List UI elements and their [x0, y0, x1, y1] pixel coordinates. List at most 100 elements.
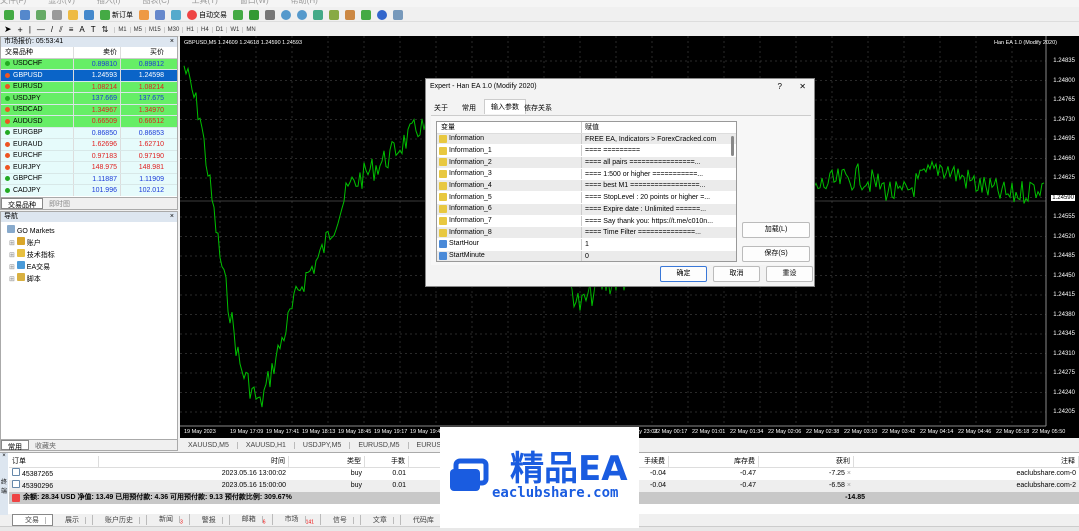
- tree-item[interactable]: ⊞ 脚本: [7, 273, 171, 285]
- terminal-tab[interactable]: 信号: [321, 514, 361, 525]
- column-header[interactable]: 注释: [854, 456, 1079, 467]
- menu-item[interactable]: 帮助(H): [291, 0, 318, 5]
- parameter-value[interactable]: 0: [582, 251, 736, 261]
- terminal-tab[interactable]: 展示: [53, 514, 93, 525]
- chart-shift-icon[interactable]: [329, 9, 339, 20]
- market-watch-row[interactable]: EURUSD 1.08214 1.08214: [1, 81, 177, 93]
- market-watch-row[interactable]: AUDUSD 0.66509 0.66512: [1, 116, 177, 128]
- menu-item[interactable]: 工具(T): [192, 0, 218, 5]
- bar-chart-icon[interactable]: [233, 9, 243, 20]
- timeframe-h1[interactable]: H1: [182, 26, 197, 33]
- menu-item[interactable]: 窗口(W): [240, 0, 269, 5]
- market-watch-row[interactable]: EURJPY 148.975 148.981: [1, 162, 177, 174]
- tree-item[interactable]: ⊞ 账户: [7, 237, 171, 249]
- terminal-tab[interactable]: 警报: [190, 514, 230, 525]
- column-header[interactable]: 手数: [365, 456, 409, 467]
- dialog-tab[interactable]: 依存关系: [518, 101, 558, 115]
- market-watch-row[interactable]: GBPUSD 1.24593 1.24598: [1, 70, 177, 82]
- market-watch-row[interactable]: USDCAD 1.34967 1.34970: [1, 104, 177, 116]
- tree-item[interactable]: ⊞ EA交易: [7, 261, 171, 273]
- crosshair-tool-icon[interactable]: +: [18, 25, 23, 35]
- column-header[interactable]: 订单: [9, 456, 99, 467]
- column-symbol[interactable]: 交易品种: [1, 47, 73, 58]
- close-icon[interactable]: ×: [170, 37, 174, 47]
- parameter-row[interactable]: Information_7 ==== Say thank you: https:/…: [437, 215, 736, 228]
- market-watch-row[interactable]: EURCHF 0.97183 0.97190: [1, 150, 177, 162]
- cancel-button[interactable]: 取消: [713, 266, 760, 282]
- market-watch-row[interactable]: USDCHF 0.89810 0.89812: [1, 58, 177, 70]
- trendline-icon[interactable]: /: [51, 25, 53, 34]
- market-watch-row[interactable]: EURAUD 1.62696 1.62710: [1, 139, 177, 151]
- parameter-row[interactable]: StartMinute 0: [437, 250, 736, 261]
- scrollbar[interactable]: [731, 136, 734, 156]
- chart-tab[interactable]: XAUUSD,H1: [238, 442, 295, 449]
- globe-icon[interactable]: [171, 9, 181, 20]
- parameter-value[interactable]: ==== Say thank you: https://t.me/c010n..…: [582, 216, 736, 227]
- close-button[interactable]: ✕: [799, 82, 806, 91]
- parameter-value[interactable]: ==== Time Filter ==============...: [582, 227, 736, 238]
- column-ask[interactable]: 买价: [120, 47, 167, 58]
- timeframe-d1[interactable]: D1: [211, 26, 227, 33]
- chart-tab[interactable]: EURUSD,M5: [350, 442, 409, 449]
- label-icon[interactable]: T: [91, 25, 96, 34]
- vertical-line-icon[interactable]: |: [29, 25, 31, 34]
- parameter-row[interactable]: Information_3 ==== 1:500 or higher ======…: [437, 168, 736, 181]
- fibonacci-icon[interactable]: ≡: [69, 25, 74, 34]
- auto-trading-button[interactable]: 自动交易: [187, 9, 227, 20]
- terminal-tab[interactable]: 邮箱 6: [230, 513, 273, 526]
- clock-icon[interactable]: [377, 9, 387, 20]
- market-watch-row[interactable]: USDJPY 137.669 137.675: [1, 93, 177, 105]
- menu-item[interactable]: 显示(V): [48, 0, 75, 5]
- parameter-value[interactable]: ==== StopLevel : 20 points or higher =..…: [582, 192, 736, 203]
- menu-item[interactable]: 图表(C): [142, 0, 169, 5]
- market-watch-row[interactable]: CADJPY 101.996 102.012: [1, 185, 177, 196]
- terminal-tab[interactable]: 账户历史: [93, 514, 147, 525]
- tile-windows-icon[interactable]: [313, 9, 323, 20]
- parameter-row[interactable]: Information FREE EA, Indicators > ForexCr…: [437, 133, 736, 146]
- close-icon[interactable]: ×: [170, 212, 174, 222]
- zoom-in-icon[interactable]: [281, 9, 291, 20]
- parameter-value[interactable]: FREE EA, Indicators > ForexCracked.com: [582, 134, 736, 145]
- cursor-icon[interactable]: ➤: [4, 24, 12, 35]
- parameter-value[interactable]: ==== =========: [582, 145, 736, 156]
- parameter-value[interactable]: ==== 1:500 or higher ===========...: [582, 169, 736, 180]
- new-order-button[interactable]: 新订单: [100, 9, 133, 20]
- timeframe-h4[interactable]: H4: [197, 26, 212, 33]
- tree-item[interactable]: ⊞ 技术指标: [7, 249, 171, 261]
- timeframe-m5[interactable]: M5: [129, 26, 145, 33]
- column-header[interactable]: 类型: [289, 456, 365, 467]
- column-header[interactable]: 获利: [759, 456, 854, 467]
- profiles-icon[interactable]: [20, 9, 30, 20]
- column-bid[interactable]: 卖价: [73, 47, 120, 58]
- terminal-tab[interactable]: 新闻 3: [147, 513, 190, 526]
- close-order-icon[interactable]: ×: [847, 470, 851, 477]
- expand-icon[interactable]: ⊞: [9, 240, 15, 247]
- parameter-row[interactable]: Information_1 ==== =========: [437, 145, 736, 158]
- tree-root[interactable]: GO Markets: [7, 225, 171, 237]
- autoscroll-icon[interactable]: [345, 9, 355, 20]
- timeframe-m15[interactable]: M15: [145, 26, 164, 33]
- tab-favorites[interactable]: 收藏夹: [29, 440, 62, 450]
- expand-icon[interactable]: ⊞: [9, 264, 15, 271]
- dialog-tab[interactable]: 关于: [428, 101, 454, 115]
- metaeditor-icon[interactable]: [139, 9, 149, 20]
- column-value[interactable]: 赋值: [582, 122, 736, 133]
- channel-icon[interactable]: ⫽: [59, 25, 63, 35]
- column-header[interactable]: 时间: [99, 456, 289, 467]
- terminal-tab[interactable]: 交易: [12, 513, 53, 526]
- arrows-icon[interactable]: ⇅: [102, 25, 109, 34]
- dialog-tab[interactable]: 常用: [456, 101, 482, 115]
- parameter-value[interactable]: ==== Expire date : Unlimited ======...: [582, 204, 736, 215]
- parameter-row[interactable]: Information_8 ==== Time Filter ==========…: [437, 227, 736, 239]
- indicators-icon[interactable]: [361, 9, 371, 20]
- terminal-icon[interactable]: [84, 9, 94, 20]
- navigator-icon[interactable]: [68, 9, 78, 20]
- candlestick-icon[interactable]: [249, 9, 259, 20]
- ok-button[interactable]: 确定: [660, 266, 707, 282]
- crosshair-icon[interactable]: [52, 9, 62, 20]
- menu-item[interactable]: 文件(F): [0, 0, 26, 5]
- market-watch-row[interactable]: EURGBP 0.86850 0.86853: [1, 127, 177, 139]
- templates-icon[interactable]: [393, 9, 403, 20]
- terminal-tab[interactable]: 市场 141: [273, 513, 321, 526]
- terminal-tab[interactable]: 文章: [361, 514, 401, 525]
